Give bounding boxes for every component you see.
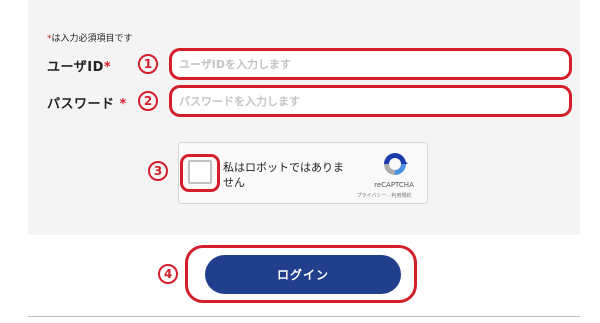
captcha-label: 私はロボットではありません xyxy=(223,161,344,189)
step-4-marker: 4 xyxy=(158,264,178,284)
required-note: *は入力必須項目です xyxy=(47,34,133,44)
step-1-marker: 1 xyxy=(138,54,158,74)
password-field-highlight xyxy=(169,85,572,117)
user-id-input[interactable] xyxy=(172,51,569,77)
password-input[interactable] xyxy=(172,88,569,114)
captcha-checkbox[interactable] xyxy=(188,160,212,184)
recaptcha-logo-icon xyxy=(380,150,410,178)
step-3-marker: 3 xyxy=(148,161,168,181)
password-label: パスワード * xyxy=(47,97,127,112)
user-id-label: ユーザID* xyxy=(47,60,112,75)
user-id-field-highlight xyxy=(169,48,572,80)
bottom-divider xyxy=(28,316,580,317)
recaptcha-brand: reCAPTCHA xyxy=(374,181,414,189)
step-2-marker: 2 xyxy=(138,91,158,111)
recaptcha-links[interactable]: プライバシー - 利用規約 xyxy=(340,192,428,199)
login-button[interactable]: ログイン xyxy=(205,255,401,294)
